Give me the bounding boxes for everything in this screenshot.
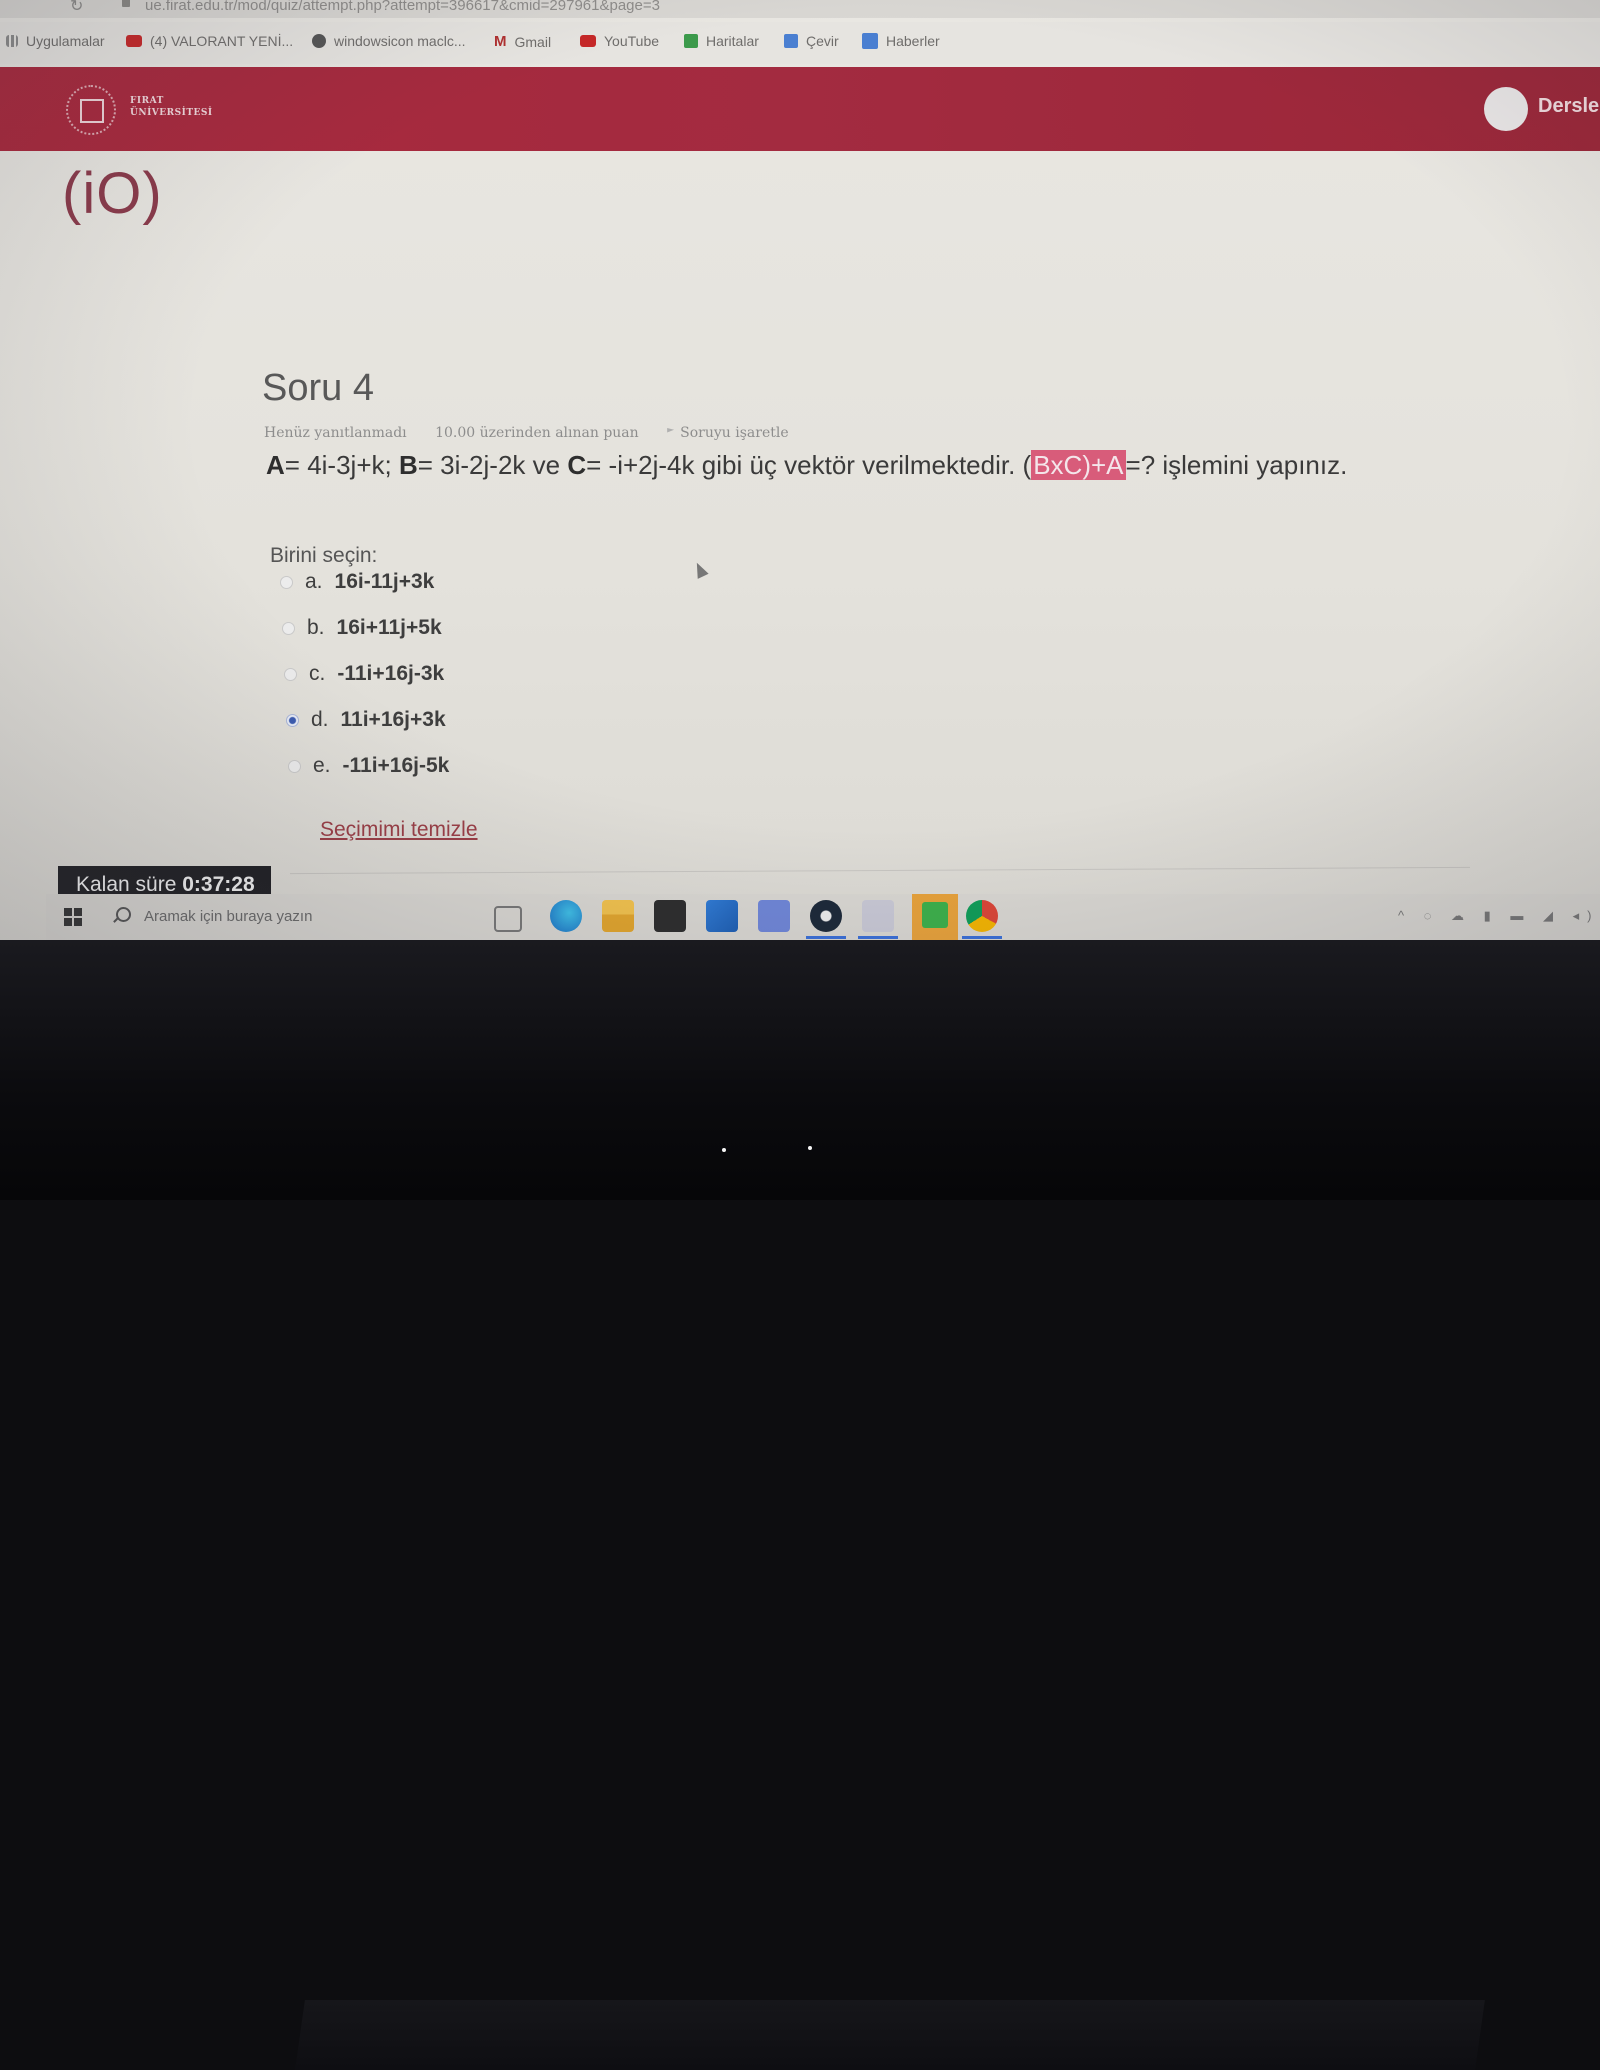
store-icon[interactable] (654, 900, 686, 932)
status-led (808, 1146, 812, 1150)
taskbar-search-input[interactable]: Aramak için buraya yazın (144, 908, 312, 925)
option-a[interactable]: a. 16i-11j+3k (280, 570, 434, 594)
system-tray[interactable]: ^ ◌ ☁ ▮ ▬ ◢ ◂) (1398, 908, 1600, 924)
notification-app-icon[interactable] (862, 900, 894, 932)
mail-icon[interactable] (706, 900, 738, 932)
green-app-icon (922, 902, 948, 928)
reload-icon[interactable]: ↻ (70, 0, 83, 16)
keyboard-area (295, 2000, 1485, 2070)
youtube-icon (126, 35, 142, 47)
divider (290, 866, 1470, 875)
site-header: FIRAT ÜNİVERSİTESİ Dersler (0, 67, 1600, 151)
file-explorer-icon[interactable] (602, 900, 634, 932)
radio-button[interactable] (282, 621, 295, 635)
edge-icon[interactable] (550, 900, 582, 932)
bookmark-maps[interactable]: Haritalar (684, 33, 759, 49)
chrome-icon[interactable] (966, 900, 998, 932)
question-points: 10.00 üzerinden alınan puan (435, 425, 639, 441)
question-title: Soru 4 (262, 367, 374, 409)
bookmark-windowsicon[interactable]: windowsicon maclc... (312, 33, 466, 49)
bookmark-translate[interactable]: Çevir (784, 33, 839, 49)
question-text: A= 4i-3j+k; B= 3i-2j-2k ve C= -i+2j-4k g… (266, 450, 1348, 480)
globe-icon (312, 34, 326, 48)
gmail-icon: M (494, 33, 507, 50)
option-e[interactable]: e. -11i+16j-5k (288, 754, 449, 778)
apps-grid-icon (6, 35, 18, 47)
app-icon[interactable] (758, 900, 790, 932)
question-meta: Henüz yanıtlanmadı 10.00 üzerinden alına… (264, 425, 837, 441)
course-mark: (iO) (62, 161, 163, 226)
bookmark-gmail[interactable]: M Gmail (494, 33, 551, 50)
university-logo-text[interactable]: FIRAT ÜNİVERSİTESİ (130, 95, 213, 119)
clear-selection-link[interactable]: Seçimimi temizle (320, 818, 478, 842)
radio-button[interactable] (280, 575, 293, 589)
news-icon (862, 33, 878, 49)
windows-start-icon[interactable] (64, 908, 82, 926)
bookmark-apps[interactable]: Uygulamalar (6, 33, 105, 49)
answer-prompt: Birini seçin: (270, 544, 378, 567)
option-b[interactable]: b. 16i+11j+5k (282, 616, 442, 640)
user-avatar[interactable] (1484, 87, 1528, 131)
translate-icon (784, 34, 798, 48)
option-c[interactable]: c. -11i+16j-3k (284, 662, 444, 686)
address-bar[interactable]: ↻ ue.firat.edu.tr/mod/quiz/attempt.php?a… (0, 0, 1600, 18)
task-view-icon[interactable] (494, 906, 522, 932)
steam-icon[interactable] (810, 900, 842, 932)
radio-button[interactable] (288, 759, 301, 773)
timer-value: 0:37:28 (182, 873, 255, 896)
courses-link[interactable]: Dersler (1538, 95, 1600, 118)
maps-icon (684, 34, 698, 48)
flag-question-link[interactable]: Soruyu işaretle (667, 425, 812, 441)
highlighted-expression: BxC)+A (1031, 450, 1126, 480)
active-indicator (806, 936, 846, 939)
mouse-cursor-icon (691, 560, 709, 579)
active-indicator (858, 936, 898, 939)
radio-button-selected[interactable] (286, 713, 299, 727)
flag-icon (667, 428, 675, 433)
active-indicator (962, 936, 1002, 939)
taskbar: Aramak için buraya yazın ^ ◌ ☁ ▮ ▬ ◢ ◂) (46, 894, 1600, 940)
university-logo-icon[interactable] (66, 85, 116, 135)
url-text[interactable]: ue.firat.edu.tr/mod/quiz/attempt.php?att… (145, 0, 660, 14)
laptop-bezel (0, 940, 1600, 2070)
lock-icon (122, 0, 130, 7)
radio-button[interactable] (284, 667, 297, 681)
bookmark-youtube[interactable]: YouTube (580, 33, 659, 49)
screen: ↻ ue.firat.edu.tr/mod/quiz/attempt.php?a… (0, 0, 1600, 940)
option-d[interactable]: d. 11i+16j+3k (286, 708, 446, 732)
bookmark-news[interactable]: Haberler (862, 33, 940, 49)
status-led (722, 1148, 726, 1152)
search-icon[interactable] (116, 907, 131, 922)
bookmark-valorant[interactable]: (4) VALORANT YENİ... (126, 33, 293, 49)
youtube-icon (580, 35, 596, 47)
question-status: Henüz yanıtlanmadı (264, 425, 407, 441)
bookmarks-bar: Uygulamalar (4) VALORANT YENİ... windows… (0, 22, 1600, 64)
green-app-highlight[interactable] (912, 894, 958, 940)
